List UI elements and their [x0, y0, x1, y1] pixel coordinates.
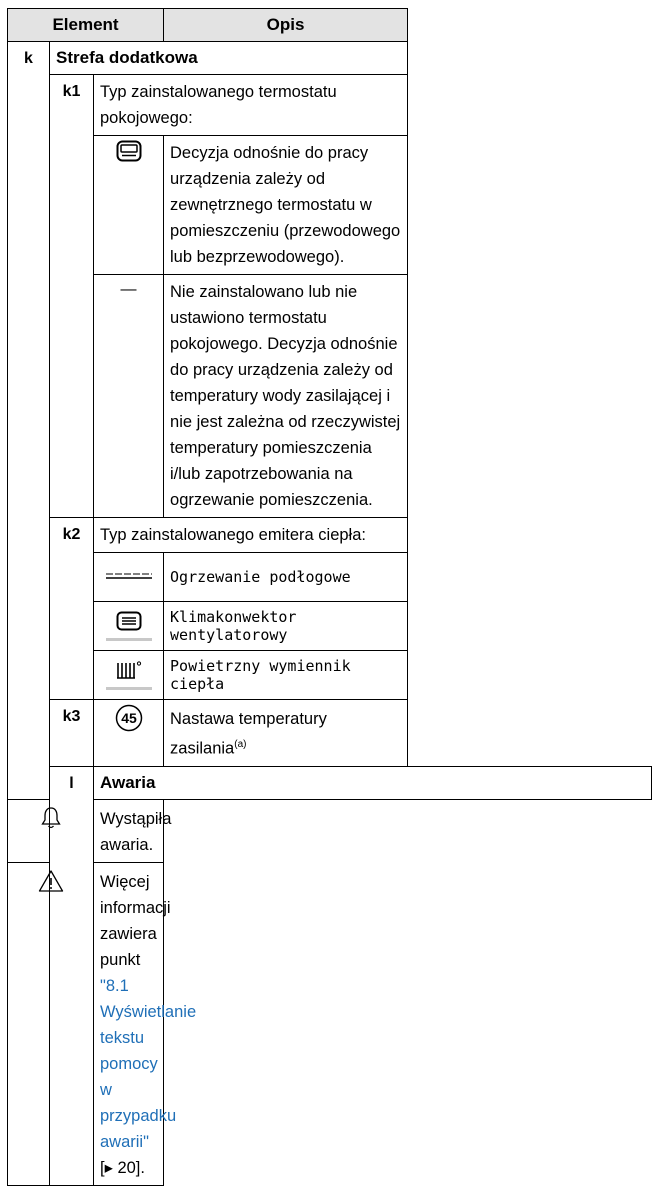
dash-icon: — — [92, 274, 165, 518]
element-description-table: Element Opis k Strefa dodatkowa k1 Typ z… — [6, 8, 652, 1186]
section-l-row: l Awaria — [8, 765, 652, 1186]
underfloor-heating-icon — [92, 552, 165, 602]
k1-option-text: Nie zainstalowano lub nie ustawiono term… — [163, 274, 408, 518]
k2-option-text: Ogrzewanie podłogowe — [163, 552, 408, 602]
room-thermostat-icon — [92, 135, 165, 275]
l-option-text-more-info: Więcej informacji zawiera punkt "8.1 Wyś… — [92, 861, 196, 1186]
warning-icon — [7, 861, 94, 1186]
setpoint-value: 45 — [121, 710, 137, 726]
key-k1: k1 — [49, 74, 94, 518]
fan-coil-unit-icon — [92, 601, 165, 651]
header-element: Element — [6, 8, 165, 42]
l-option-row: Więcej informacji zawiera punkt "8.1 Wyś… — [7, 861, 652, 1186]
bell-icon — [7, 798, 94, 863]
k2-option-row: Ogrzewanie podłogowe — [8, 552, 652, 602]
k2-option-text: Klimakonwektor wentylatorowy — [163, 601, 408, 651]
k2-label: Typ zainstalowanego emitera ciepła: — [93, 517, 408, 553]
k1-option-row: Decyzja odnośnie do pracy urządzenia zal… — [8, 135, 652, 275]
k2-option-text: Powietrzny wymiennik ciepła — [163, 650, 408, 700]
key-k: k — [7, 41, 50, 800]
k3-row: k3 45 Nastawa temperatury zasilania(a) — [8, 699, 652, 767]
page-reference: [▸ 20]. — [100, 1158, 145, 1177]
k1-row: k1 Typ zainstalowanego termostatu pokojo… — [8, 74, 652, 518]
k1-label: Typ zainstalowanego termostatu pokojoweg… — [93, 74, 408, 136]
table-header-row: Element Opis — [6, 8, 652, 42]
k2-row: k2 Typ zainstalowanego emitera ciepła: — [8, 517, 652, 700]
setpoint-circle-icon: 45 — [92, 699, 165, 767]
key-k2: k2 — [49, 517, 94, 700]
key-k3: k3 — [49, 699, 94, 767]
section-k-row: k Strefa dodatkowa — [7, 41, 652, 800]
l-option-text: Wystąpiła awaria. — [92, 798, 171, 863]
k2-option-row: Powietrzny wymiennik ciepła — [8, 650, 652, 700]
k3-label: Nastawa temperatury zasilania — [170, 710, 327, 758]
k3-text: Nastawa temperatury zasilania(a) — [163, 699, 408, 767]
help-text-link[interactable]: "8.1 Wyświetlanie tekstu pomocy w przypa… — [100, 977, 196, 1151]
more-info-text: Więcej informacji zawiera punkt — [100, 872, 171, 969]
k2-option-row: Klimakonwektor wentylatorowy — [8, 601, 652, 651]
section-title-l: Awaria — [93, 765, 652, 800]
footnote-a: (a) — [234, 739, 247, 750]
k1-option-text: Decyzja odnośnie do pracy urządzenia zal… — [163, 135, 408, 275]
radiator-icon — [92, 650, 165, 700]
k1-option-row: — Nie zainstalowano lub nie ustawiono te… — [8, 274, 652, 518]
header-opis: Opis — [163, 8, 408, 42]
section-title-k: Strefa dodatkowa — [49, 41, 408, 75]
l-option-row: Wystąpiła awaria. — [7, 798, 652, 863]
